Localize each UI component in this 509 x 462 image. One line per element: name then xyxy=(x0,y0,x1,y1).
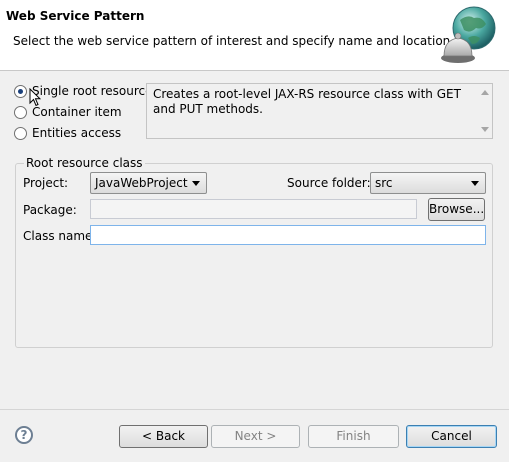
next-button[interactable]: Next > xyxy=(211,425,300,448)
footer-separator xyxy=(0,409,509,410)
scroll-down-icon[interactable] xyxy=(481,127,489,132)
finish-button[interactable]: Finish xyxy=(308,425,399,448)
radio-circle[interactable] xyxy=(14,84,27,98)
description-scrollbar[interactable] xyxy=(477,84,492,138)
source-folder-combo-value: src xyxy=(375,176,393,190)
source-folder-combo[interactable]: src xyxy=(370,172,486,194)
project-combo[interactable]: JavaWebProject xyxy=(90,172,207,194)
class-name-input[interactable] xyxy=(90,225,486,245)
back-button[interactable]: < Back xyxy=(119,425,208,448)
radio-label: Container item xyxy=(32,105,122,119)
wizard-title: Web Service Pattern xyxy=(6,9,145,23)
chevron-down-icon xyxy=(471,181,479,186)
cancel-button[interactable]: Cancel xyxy=(406,425,497,448)
globe-wizard-icon xyxy=(441,6,496,63)
radio-label: Single root resource xyxy=(32,84,153,98)
wizard-description: Select the web service pattern of intere… xyxy=(13,34,455,48)
chevron-down-icon xyxy=(192,181,200,186)
mouse-cursor-icon xyxy=(29,88,41,107)
scroll-up-icon[interactable] xyxy=(481,90,489,95)
class-name-label: Class name: xyxy=(23,229,97,243)
radio-label: Entities access xyxy=(32,126,122,140)
pattern-description-box[interactable]: Creates a root-level JAX-RS resource cla… xyxy=(146,83,493,139)
pattern-description-text: Creates a root-level JAX-RS resource cla… xyxy=(153,87,461,116)
browse-button[interactable]: Browse... xyxy=(428,198,485,221)
project-label: Project: xyxy=(23,176,69,190)
wizard-header: Web Service Pattern Select the web servi… xyxy=(0,0,509,71)
package-input[interactable] xyxy=(90,199,417,219)
help-icon[interactable]: ? xyxy=(15,426,33,444)
root-resource-legend: Root resource class xyxy=(24,156,145,170)
package-label: Package: xyxy=(23,203,77,217)
radio-circle[interactable] xyxy=(14,105,27,119)
radio-entities-access[interactable]: Entities access xyxy=(14,124,121,142)
project-combo-value: JavaWebProject xyxy=(95,176,188,190)
radio-circle[interactable] xyxy=(14,126,27,140)
source-folder-label: Source folder: xyxy=(287,176,371,190)
